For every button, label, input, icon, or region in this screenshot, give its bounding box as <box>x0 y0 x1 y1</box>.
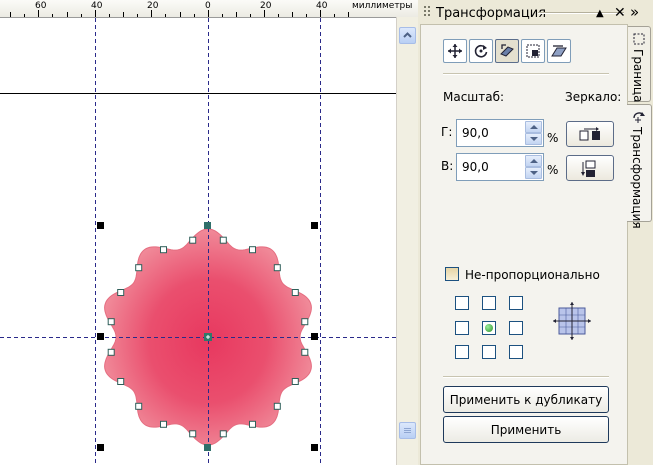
anchor-middle-left[interactable] <box>455 321 469 335</box>
shape-node[interactable] <box>117 289 125 296</box>
mirror-label: Зеркало: <box>565 90 622 104</box>
shape-node[interactable] <box>273 402 281 410</box>
apply-button[interactable]: Применить <box>443 416 609 443</box>
drawing-canvas[interactable]: 60 40 20 0 20 40 миллиметры <box>0 0 418 465</box>
anchor-bottom-left[interactable] <box>455 345 469 359</box>
mirror-horizontal-icon <box>579 127 600 141</box>
anchor-preview-icon <box>553 302 591 340</box>
spin-up-button[interactable] <box>525 121 542 133</box>
spin-down-button[interactable] <box>525 133 542 145</box>
grip-icon[interactable] <box>423 5 431 19</box>
spin-down-button[interactable] <box>525 167 542 179</box>
mode-divider <box>443 73 609 75</box>
tab-transform[interactable]: Трансформация <box>627 104 652 229</box>
apply-to-duplicate-button[interactable]: Применить к дубликату <box>443 386 609 413</box>
shape-node[interactable] <box>189 236 197 244</box>
docker-tab-strip: Граница Трансформация <box>627 24 653 465</box>
mirror-horizontal-button[interactable] <box>566 121 614 147</box>
border-tab-icon <box>633 33 645 45</box>
shape-node[interactable] <box>301 318 309 326</box>
anchor-middle-right[interactable] <box>509 321 523 335</box>
shape-node[interactable] <box>160 246 167 254</box>
percent-label: % <box>547 163 559 177</box>
anchor-top-center[interactable] <box>482 296 496 310</box>
move-icon <box>448 44 462 58</box>
size-icon <box>526 44 540 58</box>
close-icon[interactable]: ✕ <box>614 5 626 21</box>
mirror-vertical-button[interactable] <box>566 155 614 181</box>
shape-node[interactable] <box>135 264 143 272</box>
move-mode-button[interactable] <box>443 39 467 63</box>
shape-node[interactable] <box>249 246 256 254</box>
title-divider <box>538 12 624 14</box>
ruler-unit: миллиметры <box>352 1 413 11</box>
skew-mode-button[interactable] <box>547 39 571 63</box>
shape-node[interactable] <box>160 420 167 428</box>
vertical-scale-field[interactable] <box>456 153 544 181</box>
anchor-bottom-center[interactable] <box>482 345 496 359</box>
shape-node[interactable] <box>107 348 115 356</box>
tab-border-label: Граница <box>631 49 645 103</box>
shape-node[interactable] <box>117 378 125 385</box>
anchor-top-left[interactable] <box>455 296 469 310</box>
skew-icon <box>551 45 567 57</box>
transform-tab-icon <box>633 112 645 123</box>
ruler-tick-label: 20 <box>260 1 272 11</box>
shape-node[interactable] <box>273 264 281 272</box>
scale-mode-button[interactable] <box>495 39 519 63</box>
vertical-scrollbar[interactable] <box>396 17 419 465</box>
scale-icon <box>500 44 514 57</box>
shape-node[interactable] <box>107 318 115 326</box>
center-marker[interactable] <box>204 333 212 341</box>
ruler-tick-label: 60 <box>35 1 47 11</box>
menu-arrow-icon[interactable]: » <box>630 3 639 21</box>
rotate-mode-button[interactable] <box>469 39 493 63</box>
transform-docker: Трансформация ▲ ✕ » Масштаб: Зеркало: Г:… <box>418 0 653 465</box>
mirror-vertical-icon <box>581 160 596 177</box>
collapse-arrow-icon[interactable]: ▲ <box>596 8 604 19</box>
shape-node[interactable] <box>219 430 227 438</box>
scale-label: Масштаб: <box>443 90 505 104</box>
tab-border[interactable]: Граница <box>628 26 651 102</box>
horizontal-label: Г: <box>441 125 453 139</box>
anchor-top-right[interactable] <box>509 296 523 310</box>
shape-node[interactable] <box>249 420 256 428</box>
vertical-scale-input[interactable] <box>457 154 526 180</box>
horizontal-scale-field[interactable] <box>456 119 544 147</box>
anchor-center[interactable] <box>482 321 496 335</box>
percent-label: % <box>547 131 559 145</box>
docker-title: Трансформация <box>436 6 547 21</box>
actions-divider <box>443 376 609 378</box>
shape-node[interactable] <box>291 378 299 385</box>
vertical-label: В: <box>441 159 454 173</box>
shape-node[interactable] <box>291 289 299 296</box>
anchor-bottom-right[interactable] <box>509 345 523 359</box>
size-mode-button[interactable] <box>521 39 545 63</box>
shape-node[interactable] <box>219 236 227 244</box>
transform-panel: Масштаб: Зеркало: Г: % В: % <box>420 24 628 465</box>
drawing-page[interactable] <box>0 18 396 465</box>
nonproportional-checkbox[interactable] <box>445 267 459 281</box>
ruler-tick-label: 40 <box>316 1 328 11</box>
scroll-up-button[interactable] <box>399 27 416 44</box>
shape-node[interactable] <box>189 430 197 438</box>
ruler-tick-label: 40 <box>91 1 103 11</box>
nonproportional-label: Не-пропорционально <box>465 268 600 282</box>
horizontal-scale-input[interactable] <box>457 120 526 146</box>
shape-node[interactable] <box>135 402 143 410</box>
shape-node[interactable] <box>301 348 309 356</box>
ruler-tick-label: 20 <box>147 1 159 11</box>
scroll-thumb[interactable] <box>399 422 416 439</box>
horizontal-ruler[interactable]: 60 40 20 0 20 40 миллиметры <box>0 0 418 18</box>
spin-up-button[interactable] <box>525 155 542 167</box>
tab-transform-label: Трансформация <box>630 127 644 229</box>
rotate-icon <box>474 44 488 58</box>
ruler-tick-label: 0 <box>205 1 211 11</box>
